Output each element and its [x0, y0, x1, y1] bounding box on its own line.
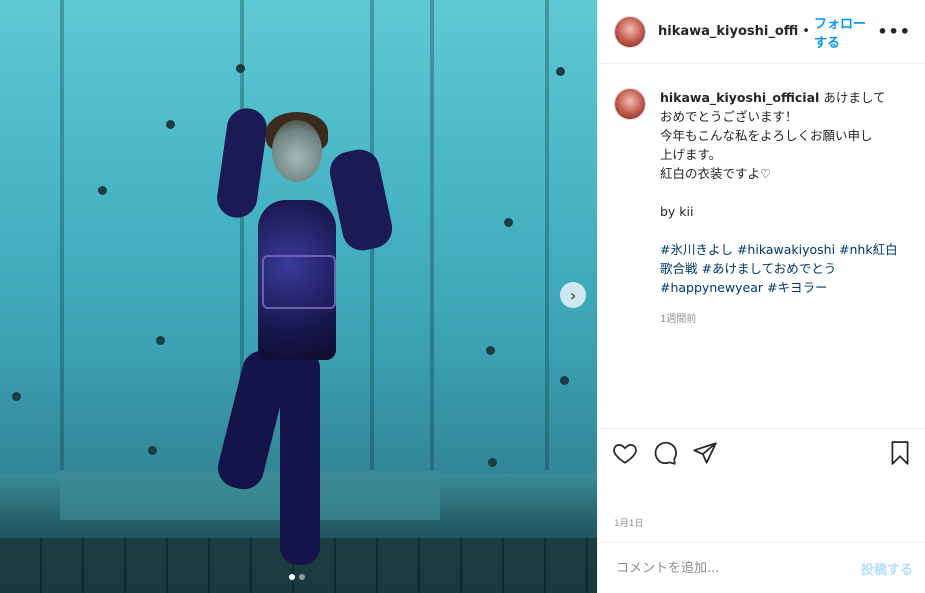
post-sidebar: hikawa_kiyoshi_offi • フォローする ••• hikawa_…	[597, 0, 925, 593]
figure-arm	[214, 105, 270, 221]
wall-hole	[486, 346, 495, 355]
caption-line	[660, 183, 909, 202]
wall-seam	[60, 0, 64, 470]
caption-line: あけまして	[823, 90, 886, 105]
follow-button[interactable]: フォローする	[814, 13, 877, 51]
wall-hole	[236, 64, 245, 73]
carousel-dot	[299, 574, 305, 580]
action-bar	[598, 428, 925, 476]
caption-line: 紅白の衣装ですよ♡	[660, 166, 772, 181]
figure-head	[272, 120, 322, 182]
wall-hole	[12, 392, 21, 401]
more-options-icon[interactable]: •••	[877, 22, 911, 41]
wall-hole	[98, 186, 107, 195]
speech-bubble-icon[interactable]	[652, 440, 678, 466]
wall-seam	[545, 0, 549, 470]
post-comment-button[interactable]: 投稿する	[861, 559, 913, 578]
instagram-post: › hikawa_kiyoshi_offi • フォローする ••• hikaw…	[0, 0, 925, 593]
caption-comment: hikawa_kiyoshi_official あけまして おめでとうございます…	[598, 64, 925, 329]
wall-hole	[166, 120, 175, 129]
carousel-next-button[interactable]: ›	[560, 282, 586, 308]
header-username[interactable]: hikawa_kiyoshi_offi	[658, 24, 798, 39]
hashtag-line[interactable]: #氷川きよし #hikawakiyoshi #nhk紅白	[660, 240, 909, 259]
post-header: hikawa_kiyoshi_offi • フォローする •••	[598, 0, 925, 64]
header-separator: •	[802, 24, 810, 39]
add-comment-bar: 投稿する	[598, 542, 925, 593]
carousel-dot-active	[289, 574, 295, 580]
wall-hole	[148, 446, 157, 455]
heart-icon[interactable]	[612, 440, 638, 466]
caption-username[interactable]: hikawa_kiyoshi_official	[660, 90, 819, 105]
bookmark-icon[interactable]	[887, 440, 913, 466]
caption-line: by kii	[660, 204, 694, 219]
carousel-indicator	[289, 574, 305, 580]
hashtag-line[interactable]: #happynewyear #キヨラー	[660, 278, 909, 297]
wall-hole	[488, 458, 497, 467]
wall-hole	[504, 218, 513, 227]
caption-text: hikawa_kiyoshi_official あけまして おめでとうございます…	[660, 88, 909, 329]
paper-plane-icon[interactable]	[692, 440, 718, 466]
avatar[interactable]	[614, 15, 646, 48]
caption-line	[660, 221, 909, 240]
caption-line: おめでとうございます！	[660, 109, 798, 124]
post-photo[interactable]: ›	[0, 0, 597, 593]
hashtag-line[interactable]: 歌合戦 #あけましておめでとう	[660, 259, 909, 278]
avatar[interactable]	[614, 88, 646, 120]
wall-hole	[560, 376, 569, 385]
figure-leg	[280, 350, 320, 565]
caption-line: 上げます。	[660, 147, 722, 162]
wall-hole	[556, 67, 565, 76]
wall-seam	[430, 0, 434, 470]
figure-corset	[262, 255, 336, 309]
post-date[interactable]: 1月1日	[614, 516, 643, 529]
caption-timestamp: 1週間前	[660, 314, 697, 325]
comment-input[interactable]	[614, 559, 861, 577]
wall-hole	[156, 336, 165, 345]
caption-line: 今年もこんな私をよろしくお願い申し	[660, 128, 873, 143]
figure-arm	[326, 145, 396, 255]
